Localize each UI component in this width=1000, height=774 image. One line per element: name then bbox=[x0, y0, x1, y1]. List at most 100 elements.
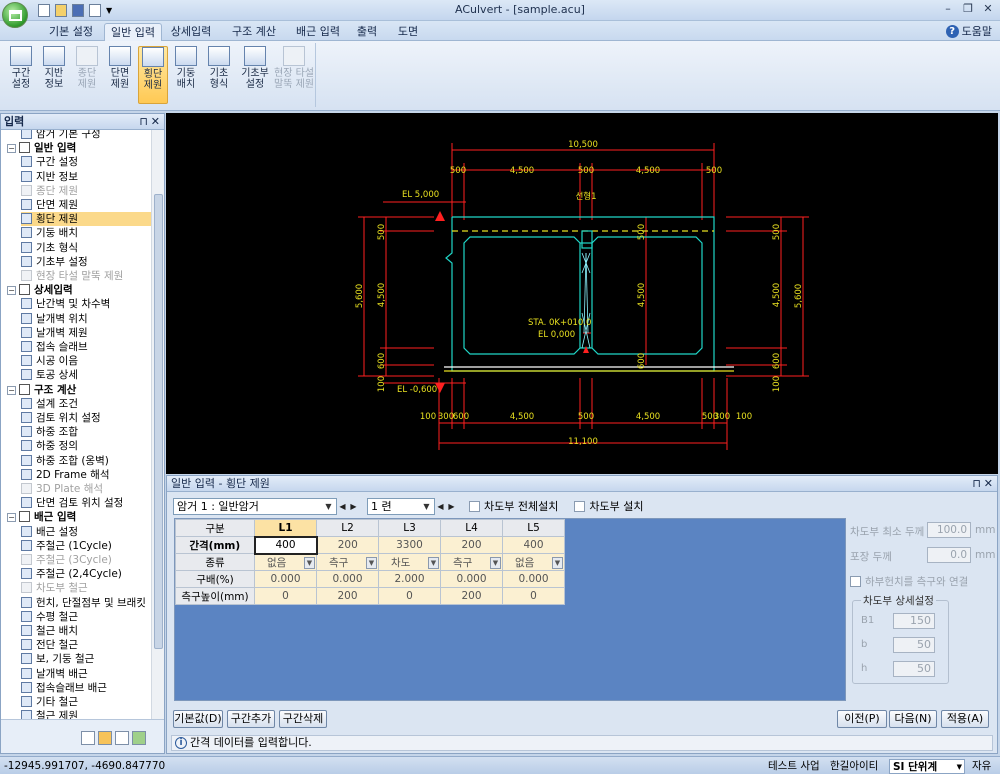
tree-item[interactable]: 종단 제원 bbox=[21, 184, 151, 198]
tab-general-input[interactable]: 일반 입력 bbox=[104, 23, 162, 41]
tree-item[interactable]: 주철근 (2,4Cycle) bbox=[21, 567, 151, 581]
chevron-down-icon[interactable]: ▼ bbox=[552, 556, 563, 569]
tree-item[interactable]: 하중 정의 bbox=[21, 439, 151, 453]
column-header[interactable]: L2 bbox=[316, 519, 379, 537]
tab-detail-input[interactable]: 상세입력 bbox=[164, 23, 218, 41]
tab-structural-calc[interactable]: 구조 계산 bbox=[222, 23, 286, 41]
grid-cell[interactable]: 200 bbox=[316, 587, 379, 605]
chevron-down-icon[interactable]: ▼ bbox=[304, 556, 315, 569]
tree-item[interactable]: 전단 철근 bbox=[21, 638, 151, 652]
tree-item[interactable]: 단면 제원 bbox=[21, 198, 151, 212]
tree-item[interactable]: 차도부 철근 bbox=[21, 581, 151, 595]
cast-in-place-pile-button[interactable]: 현장 타설 말뚝 제원 bbox=[274, 46, 314, 104]
grid-cell[interactable]: 0.000 bbox=[316, 570, 379, 588]
grid-cell[interactable]: 0 bbox=[378, 587, 441, 605]
collapse-icon[interactable]: − bbox=[7, 144, 16, 154]
tree-item[interactable]: 시공 이음 bbox=[21, 354, 151, 368]
grid-cell[interactable]: 400 bbox=[502, 536, 565, 554]
close-icon[interactable]: ✕ bbox=[980, 2, 996, 16]
checkbox-box[interactable] bbox=[574, 501, 586, 512]
foundation-setting-button[interactable]: 기초부 설정 bbox=[237, 46, 273, 104]
grid-cell[interactable]: 0 bbox=[254, 587, 317, 605]
tree-item[interactable]: 기타 철근 bbox=[21, 695, 151, 709]
h-input[interactable]: 50 bbox=[893, 661, 935, 677]
chevron-down-icon[interactable]: ▼ bbox=[490, 556, 501, 569]
ground-info-button[interactable]: 지반 정보 bbox=[39, 46, 69, 104]
pin-icon[interactable]: ⊓ bbox=[139, 114, 148, 130]
foundation-type-button[interactable]: 기초 형식 bbox=[204, 46, 234, 104]
collapse-icon[interactable]: − bbox=[7, 286, 16, 296]
section-spec-button[interactable]: 단면 제원 bbox=[105, 46, 135, 104]
tree-item[interactable]: 검토 위치 설정 bbox=[21, 411, 151, 425]
checkbox-box[interactable] bbox=[850, 576, 861, 587]
grid-cell[interactable]: 400 bbox=[253, 535, 318, 555]
minimize-icon[interactable]: – bbox=[940, 2, 956, 16]
tree-item[interactable]: 현장 타설 말뚝 제원 bbox=[21, 269, 151, 283]
tree-item[interactable]: 헌치, 단절점부 및 브래킷 bbox=[21, 596, 151, 610]
tree-item[interactable]: 토공 상세 bbox=[21, 368, 151, 382]
collapse-icon[interactable]: − bbox=[7, 385, 16, 395]
tree-item[interactable]: 하중 조합 bbox=[21, 425, 151, 439]
grid-cell[interactable]: 0.000 bbox=[502, 570, 565, 588]
tree-item[interactable]: 주철근 (3Cycle) bbox=[21, 553, 151, 567]
tree-item[interactable]: 단면 검토 위치 설정 bbox=[21, 496, 151, 510]
min-thickness-input[interactable]: 100.0 bbox=[927, 522, 971, 538]
delete-section-button[interactable]: 구간삭제 bbox=[279, 710, 327, 728]
row-count-select[interactable]: 1 련 ▼ bbox=[367, 497, 435, 515]
default-button[interactable]: 기본값(D) bbox=[173, 710, 223, 728]
qat-dropdown-icon[interactable]: ▼ bbox=[106, 4, 112, 18]
column-header[interactable]: L1 bbox=[254, 519, 317, 537]
grid-cell[interactable]: 200 bbox=[440, 587, 503, 605]
collapse-icon[interactable]: − bbox=[7, 513, 16, 523]
save-icon[interactable] bbox=[72, 4, 84, 17]
grid-dropdown-cell[interactable]: 측구 ▼ bbox=[316, 553, 379, 571]
next-button[interactable]: 다음(N) bbox=[889, 710, 937, 728]
next-arrow-icon[interactable]: ▶ bbox=[348, 499, 359, 514]
tree-group[interactable]: 배근 입력 bbox=[19, 510, 151, 524]
checkbox-box[interactable] bbox=[469, 501, 480, 512]
tree-item[interactable]: 철근 배치 bbox=[21, 624, 151, 638]
apply-button[interactable]: 적용(A) bbox=[941, 710, 989, 728]
restore-icon[interactable]: ❐ bbox=[960, 2, 976, 16]
b1-input[interactable]: 150 bbox=[893, 613, 935, 629]
tree-item[interactable]: 철근 제원 bbox=[21, 709, 151, 719]
grid-dropdown-cell[interactable]: 없음 ▼ bbox=[502, 553, 565, 571]
tree-item[interactable]: 기둥 배치 bbox=[21, 226, 151, 240]
tab-basic-settings[interactable]: 기본 설정 bbox=[38, 23, 104, 41]
tree-scrollbar[interactable] bbox=[151, 130, 164, 719]
tree-item[interactable]: 구간 설정 bbox=[21, 155, 151, 169]
tree-item[interactable]: 날개벽 위치 bbox=[21, 312, 151, 326]
tree-item[interactable]: 날개벽 배근 bbox=[21, 667, 151, 681]
grid-cell[interactable]: 3300 bbox=[378, 536, 441, 554]
drawing-icon[interactable] bbox=[132, 731, 146, 745]
tab-output[interactable]: 출력 bbox=[350, 23, 384, 41]
input-icon[interactable] bbox=[98, 731, 112, 745]
grid-dropdown-cell[interactable]: 측구 ▼ bbox=[440, 553, 503, 571]
next-arrow-icon[interactable]: ▶ bbox=[446, 499, 457, 514]
tree-item[interactable]: 설계 조건 bbox=[21, 397, 151, 411]
output-icon[interactable] bbox=[115, 731, 129, 745]
grid-cell[interactable]: 0 bbox=[502, 587, 565, 605]
column-header[interactable]: L5 bbox=[502, 519, 565, 537]
unit-system-select[interactable]: SI 단위계 ▼ bbox=[889, 759, 965, 774]
column-header[interactable]: L4 bbox=[440, 519, 503, 537]
transverse-spec-button[interactable]: 횡단 제원 bbox=[138, 46, 168, 104]
grid-cell[interactable]: 200 bbox=[316, 536, 379, 554]
tree-item[interactable]: 기초부 설정 bbox=[21, 255, 151, 269]
longitudinal-spec-button[interactable]: 종단 제원 bbox=[72, 46, 102, 104]
chevron-down-icon[interactable]: ▼ bbox=[428, 556, 439, 569]
grid-cell[interactable]: 0.000 bbox=[440, 570, 503, 588]
open-folder-icon[interactable] bbox=[55, 4, 67, 17]
culvert-select[interactable]: 암거 1 : 일반암거 ▼ bbox=[173, 497, 337, 515]
help-button[interactable]: ? 도움말 bbox=[945, 23, 992, 39]
grid-cell[interactable]: 0.000 bbox=[254, 570, 317, 588]
tree-item[interactable]: 접속슬래브 배근 bbox=[21, 681, 151, 695]
tab-drawing[interactable]: 도면 bbox=[388, 23, 428, 41]
tab-rebar-input[interactable]: 배근 입력 bbox=[288, 23, 348, 41]
section-setting-button[interactable]: 구간 설정 bbox=[6, 46, 36, 104]
grid-dropdown-cell[interactable]: 차도 ▼ bbox=[378, 553, 441, 571]
tree-group[interactable]: 상세입력 bbox=[19, 283, 151, 297]
tree-item[interactable]: 수평 철근 bbox=[21, 610, 151, 624]
tree-item[interactable]: 암거 기본 구성 bbox=[21, 130, 151, 141]
pin-icon[interactable]: ⊓ bbox=[972, 476, 981, 492]
